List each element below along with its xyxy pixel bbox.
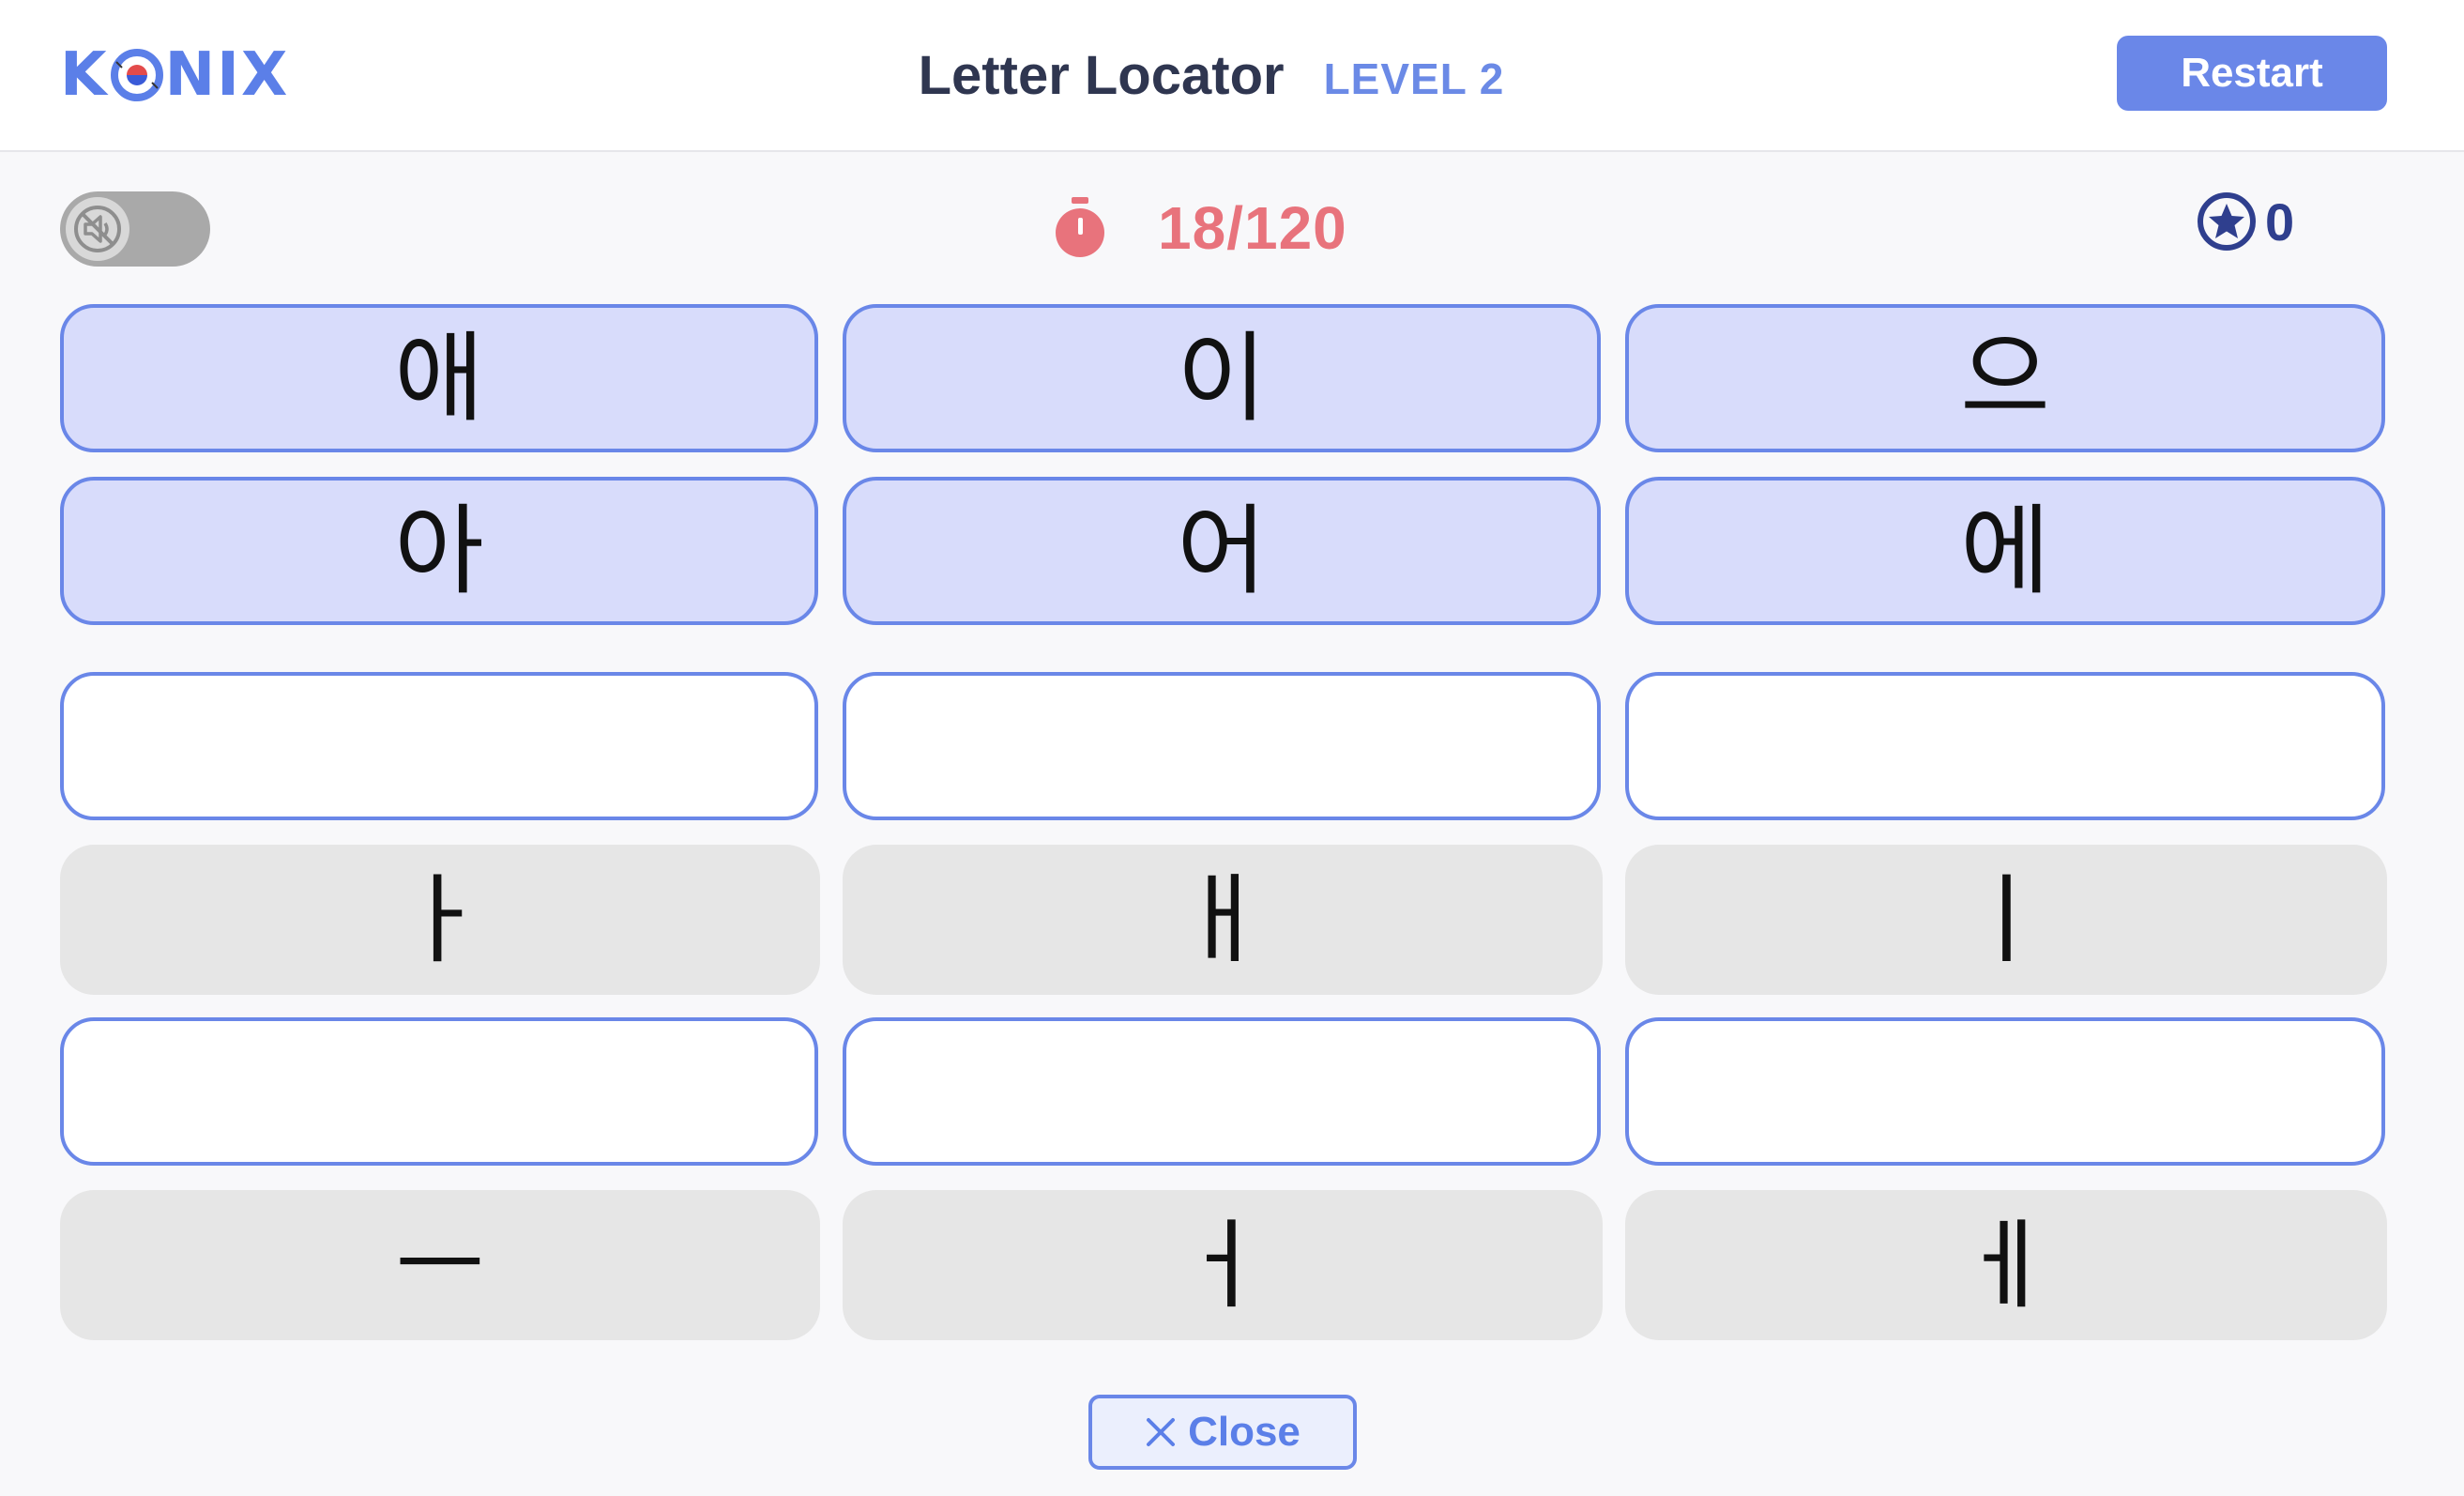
vowel-tile[interactable]: ㅔ xyxy=(1625,1190,2387,1340)
drop-slot[interactable] xyxy=(1625,672,2385,820)
vowel-tile[interactable]: ㅓ xyxy=(843,1190,1603,1340)
drop-slot[interactable] xyxy=(60,672,818,820)
timer: 18/120 xyxy=(1051,188,1347,268)
sound-toggle[interactable] xyxy=(60,191,210,267)
restart-button[interactable]: Restart xyxy=(2117,36,2387,111)
syllable-tile[interactable]: 으 xyxy=(1625,304,2385,452)
timer-count: 18/120 xyxy=(1158,194,1347,262)
vowel-tile[interactable]: ㅏ xyxy=(60,845,820,995)
close-button[interactable]: Close xyxy=(1088,1395,1357,1470)
toggle-knob xyxy=(66,197,129,261)
vowel-tile[interactable]: ㅡ xyxy=(60,1190,820,1340)
drop-slot[interactable] xyxy=(1625,1017,2385,1166)
title-group: Letter Locator LEVEL 2 xyxy=(0,38,2464,113)
star-badge-icon xyxy=(2198,192,2256,251)
page-title: Letter Locator xyxy=(918,44,1285,106)
score-display: 0 xyxy=(2196,186,2294,257)
drop-slot[interactable] xyxy=(60,1017,818,1166)
vowel-tile[interactable]: ㅐ xyxy=(843,845,1603,995)
syllable-tile[interactable]: 이 xyxy=(843,304,1601,452)
syllable-tile[interactable]: 아 xyxy=(60,477,818,625)
vowel-tile[interactable]: ㅣ xyxy=(1625,845,2387,995)
sound-muted-icon xyxy=(74,206,121,252)
close-icon xyxy=(1147,1418,1176,1446)
header-bar: K NIX Letter Locator LEVEL 2 Restart xyxy=(0,0,2464,152)
score-value: 0 xyxy=(2265,191,2295,252)
stopwatch-icon xyxy=(1056,197,1104,257)
level-badge: LEVEL 2 xyxy=(1323,54,1505,103)
syllable-tile[interactable]: 애 xyxy=(60,304,818,452)
close-label: Close xyxy=(1188,1409,1300,1455)
syllable-tile[interactable]: 에 xyxy=(1625,477,2385,625)
drop-slot[interactable] xyxy=(843,672,1601,820)
syllable-tile[interactable]: 어 xyxy=(843,477,1601,625)
drop-slot[interactable] xyxy=(843,1017,1601,1166)
